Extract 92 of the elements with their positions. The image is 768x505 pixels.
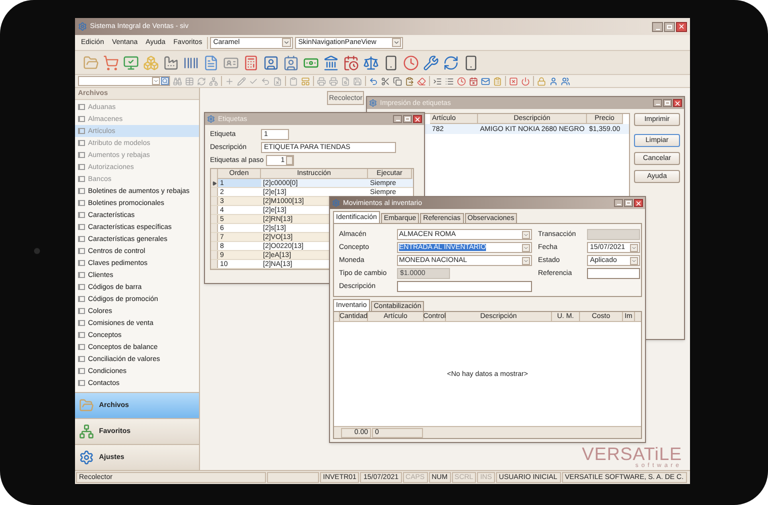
dropdown-button[interactable] (522, 230, 530, 238)
dropdown-button[interactable] (392, 38, 402, 47)
input-field[interactable] (587, 268, 640, 279)
users-icon[interactable] (561, 76, 570, 86)
maximize-button[interactable] (664, 22, 675, 32)
copy-icon[interactable] (393, 76, 402, 86)
caret-icon (523, 244, 529, 250)
user-card-icon[interactable] (263, 54, 279, 70)
caret-icon (523, 258, 529, 264)
file-search-icon[interactable] (341, 76, 350, 86)
calendar-clock-icon[interactable] (343, 54, 359, 70)
hierarchy-icon (79, 424, 94, 439)
caret-icon (283, 39, 290, 46)
panel-icon[interactable] (301, 76, 310, 86)
user-icon[interactable] (549, 76, 558, 86)
refresh-icon[interactable] (443, 54, 459, 70)
folder-icon[interactable] (83, 54, 99, 70)
settings-icon (79, 450, 94, 465)
calendar-x-icon[interactable] (469, 76, 478, 86)
window-icon (207, 115, 215, 123)
clipboard-list-icon[interactable] (493, 76, 502, 86)
close-icon (635, 200, 642, 206)
edit-icon[interactable] (237, 76, 246, 86)
mail-icon[interactable] (481, 76, 490, 86)
hierarchy-icon[interactable] (209, 76, 218, 86)
clock-icon[interactable] (403, 54, 419, 70)
search-button[interactable] (161, 77, 169, 85)
table-icon[interactable] (185, 76, 194, 86)
phone-icon[interactable] (383, 54, 399, 70)
minimize-button[interactable] (393, 115, 402, 123)
dropdown-button[interactable] (282, 38, 292, 47)
undo-icon[interactable] (261, 76, 270, 86)
bank-icon[interactable] (323, 54, 339, 70)
power-icon[interactable] (521, 76, 530, 86)
eraser-icon[interactable] (417, 76, 426, 86)
minimize-button[interactable] (614, 199, 623, 207)
spin-button[interactable] (286, 156, 293, 165)
window-icon (369, 99, 377, 107)
print-icon[interactable] (329, 76, 338, 86)
wrench-icon[interactable] (423, 54, 439, 70)
undo-icon[interactable] (369, 76, 378, 86)
lock-icon[interactable] (537, 76, 546, 86)
factory-icon[interactable] (163, 54, 179, 70)
monitor-check-icon[interactable] (123, 54, 139, 70)
search-field[interactable] (78, 76, 170, 86)
binoculars-icon[interactable] (173, 76, 182, 86)
check-icon[interactable] (249, 76, 258, 86)
scale-icon[interactable] (363, 54, 379, 70)
close-button[interactable] (673, 99, 682, 107)
close-square-icon[interactable] (509, 76, 518, 86)
dropdown-button[interactable] (152, 77, 160, 85)
caret-icon (153, 78, 159, 84)
close-icon (678, 23, 685, 30)
clock-icon[interactable] (457, 76, 466, 86)
save-icon[interactable] (353, 76, 362, 86)
window-icon (332, 199, 340, 207)
maximize-button[interactable] (403, 115, 412, 123)
dropdown-button[interactable] (522, 244, 530, 252)
dropdown-button[interactable] (630, 244, 638, 252)
caret-icon (393, 39, 400, 46)
input-field[interactable] (397, 281, 532, 292)
clipboard-icon[interactable] (289, 76, 298, 86)
logo-text: VERSATiLE (582, 445, 682, 463)
minimize-button[interactable] (653, 99, 662, 107)
phone-icon[interactable] (463, 54, 479, 70)
caret-icon (631, 258, 637, 264)
maximize-button[interactable] (624, 199, 633, 207)
file-x-icon[interactable] (273, 76, 282, 86)
refresh-icon[interactable] (197, 76, 206, 86)
app-icon (78, 22, 87, 31)
calculator-icon[interactable] (243, 54, 259, 70)
close-button[interactable] (676, 22, 687, 32)
list-icon[interactable] (445, 76, 454, 86)
close-button[interactable] (634, 199, 643, 207)
cut-icon[interactable] (381, 76, 390, 86)
dropdown-button[interactable] (522, 256, 530, 264)
minimize-button[interactable] (652, 22, 663, 32)
contact-icon[interactable] (283, 54, 299, 70)
close-icon (414, 116, 421, 122)
id-card-icon[interactable] (223, 54, 239, 70)
close-button[interactable] (413, 115, 422, 123)
folder-icon (79, 398, 94, 413)
close-icon (674, 100, 681, 106)
dropdown-button[interactable] (630, 256, 638, 264)
caret-icon (523, 232, 529, 238)
maximize-button[interactable] (663, 99, 672, 107)
caret-icon (631, 244, 637, 250)
paste-icon[interactable] (405, 76, 414, 86)
print-icon[interactable] (317, 76, 326, 86)
document-icon[interactable] (203, 54, 219, 70)
list-indent-icon[interactable] (433, 76, 442, 86)
cart-icon[interactable] (103, 54, 119, 70)
